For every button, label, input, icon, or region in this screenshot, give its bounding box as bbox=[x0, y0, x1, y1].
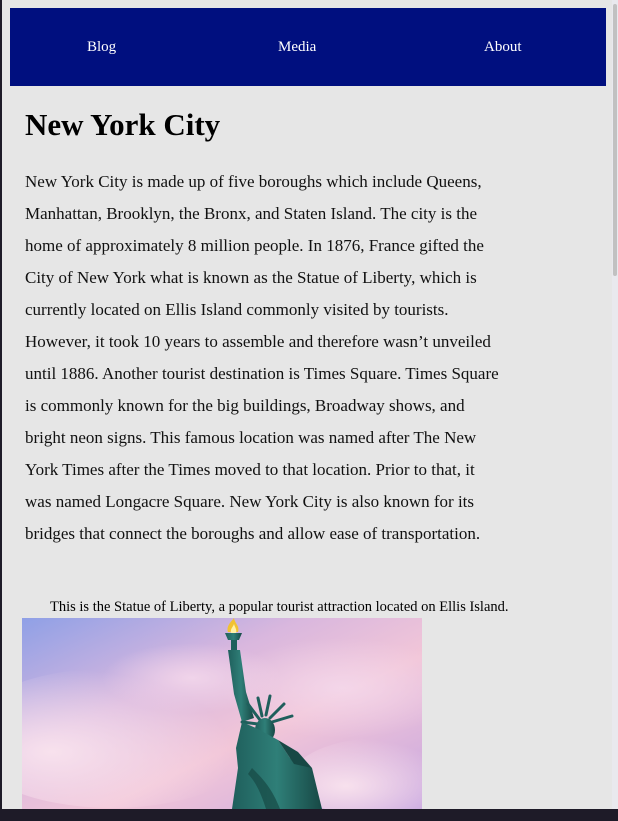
nav-link-blog[interactable]: Blog bbox=[87, 8, 116, 86]
page-body: Blog Media About New York City New York … bbox=[0, 0, 612, 809]
statue-of-liberty-image bbox=[22, 618, 422, 809]
article-paragraph: New York City is made up of five borough… bbox=[25, 172, 499, 543]
nav-link-about[interactable]: About bbox=[484, 8, 522, 86]
page-title: New York City bbox=[25, 107, 221, 142]
window-edge bbox=[0, 0, 2, 809]
image-caption: This is the Statue of Liberty, a popular… bbox=[50, 599, 509, 615]
nav-link-media[interactable]: Media bbox=[278, 8, 316, 86]
bottom-bar bbox=[0, 809, 618, 821]
browser-viewport: Blog Media About New York City New York … bbox=[0, 0, 618, 809]
scrollbar-thumb[interactable] bbox=[613, 4, 617, 276]
navbar: Blog Media About bbox=[10, 8, 606, 86]
